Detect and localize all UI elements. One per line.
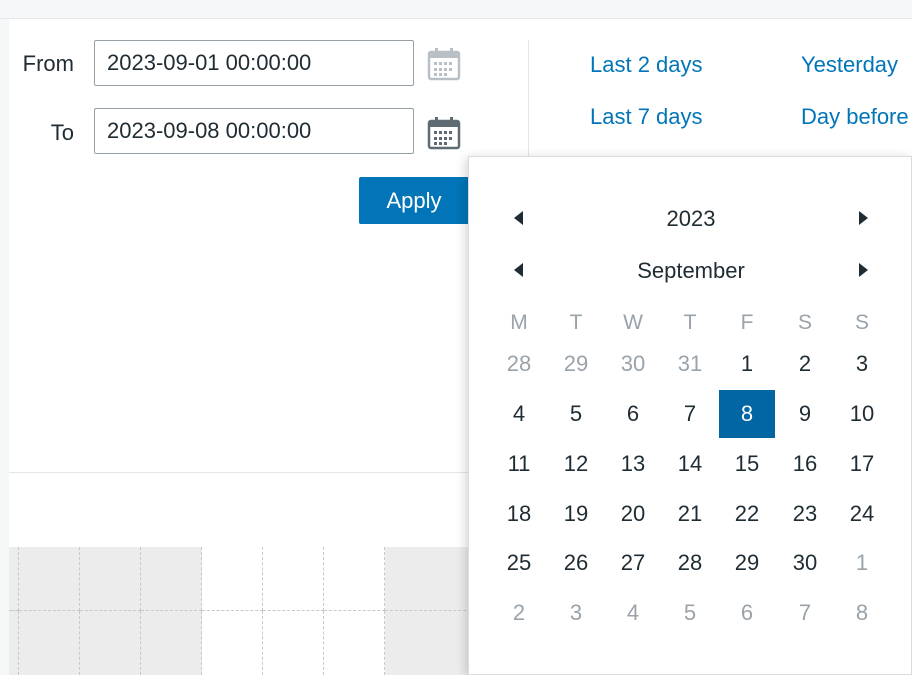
calendar-day[interactable]: 30 [777,539,833,587]
to-calendar-button[interactable] [426,115,462,151]
calendar-day[interactable]: 24 [834,490,890,538]
quick-range-day-before[interactable]: Day before [801,104,909,130]
from-date-input[interactable] [94,40,414,86]
graph-grid [9,547,471,675]
calendar-day-outside-month[interactable]: 7 [777,589,833,637]
grid-cell [141,611,202,675]
grid-cell [385,611,471,675]
grid-cell [202,611,263,675]
calendar-day-outside-month[interactable]: 2 [491,589,547,637]
grid-cell [385,547,471,611]
calendar-day[interactable]: 12 [548,440,604,488]
calendar-day[interactable]: 13 [605,440,661,488]
left-gutter [0,19,9,675]
grid-cell [9,547,19,611]
calendar-day[interactable]: 18 [491,490,547,538]
next-year-button[interactable] [853,208,873,228]
calendar-day[interactable]: 23 [777,490,833,538]
calendar-day-outside-month[interactable]: 8 [834,589,890,637]
weekday-label: T [683,311,697,334]
apply-button[interactable]: Apply [359,177,469,224]
calendar-day[interactable]: 5 [548,390,604,438]
grid-cell [202,547,263,611]
to-date-input[interactable] [94,108,414,154]
calendar-day-outside-month[interactable]: 4 [605,589,661,637]
calendar-day[interactable]: 16 [777,440,833,488]
grid-cell [324,547,385,611]
triangle-right-icon [859,263,868,277]
calendar-day-outside-month[interactable]: 28 [491,340,547,388]
calendar-day-selected[interactable]: 8 [719,390,775,438]
calendar-day[interactable]: 20 [605,490,661,538]
calendar-month: September [637,258,745,283]
calendar-day-outside-month[interactable]: 3 [548,589,604,637]
grid-cell [80,547,141,611]
calendar-day[interactable]: 10 [834,390,890,438]
calendar-day[interactable]: 6 [605,390,661,438]
grid-cell [19,611,80,675]
calendar-popup: 2023 September MTWTFSS 28 29 30 31 1 2 3 4 5 6 7 8 9… [468,156,912,675]
calendar-day[interactable]: 19 [548,490,604,538]
weekday-label: S [854,311,869,334]
calendar-day[interactable]: 11 [491,440,547,488]
quick-range-last-7-days[interactable]: Last 7 days [590,104,703,130]
weekday-label: F [740,311,754,334]
weekday-label: T [569,311,583,334]
calendar-day-outside-month[interactable]: 31 [662,340,718,388]
from-calendar-button[interactable] [426,46,462,82]
grid-cell [141,547,202,611]
calendar-day[interactable]: 25 [491,539,547,587]
calendar-day[interactable]: 2 [777,340,833,388]
calendar-day-outside-month[interactable]: 5 [662,589,718,637]
calendar-day[interactable]: 27 [605,539,661,587]
calendar-day[interactable]: 1 [719,340,775,388]
quick-range-last-2-days[interactable]: Last 2 days [590,52,703,78]
grid-cell [19,547,80,611]
vertical-divider [528,40,529,156]
calendar-day-outside-month[interactable]: 30 [605,340,661,388]
calendar-day[interactable]: 26 [548,539,604,587]
triangle-right-icon [859,211,868,225]
calendar-day-outside-month[interactable]: 29 [548,340,604,388]
from-label: From [22,51,74,76]
calendar-icon [427,48,461,81]
calendar-day[interactable]: 7 [662,390,718,438]
weekday-label: M [510,311,528,334]
calendar-day-outside-month[interactable]: 6 [719,589,775,637]
calendar-icon [427,117,461,150]
grid-cell [80,611,141,675]
calendar-day[interactable]: 29 [719,539,775,587]
calendar-day[interactable]: 22 [719,490,775,538]
calendar-year: 2023 [666,206,716,231]
calendar-day[interactable]: 28 [662,539,718,587]
horizontal-divider [9,472,471,473]
grid-cell [263,547,324,611]
quick-range-yesterday[interactable]: Yesterday [801,52,898,78]
next-month-button[interactable] [853,260,873,280]
to-label: To [50,120,74,145]
calendar-day[interactable]: 17 [834,440,890,488]
calendar-day[interactable]: 14 [662,440,718,488]
grid-cell [9,611,19,675]
weekday-label: W [623,311,643,334]
calendar-day-outside-month[interactable]: 1 [834,539,890,587]
weekday-label: S [797,311,812,334]
grid-cell [263,611,324,675]
grid-cell [324,611,385,675]
calendar-day[interactable]: 3 [834,340,890,388]
calendar-day[interactable]: 15 [719,440,775,488]
top-strip [0,0,912,19]
calendar-day[interactable]: 21 [662,490,718,538]
calendar-day[interactable]: 9 [777,390,833,438]
calendar-day[interactable]: 4 [491,390,547,438]
